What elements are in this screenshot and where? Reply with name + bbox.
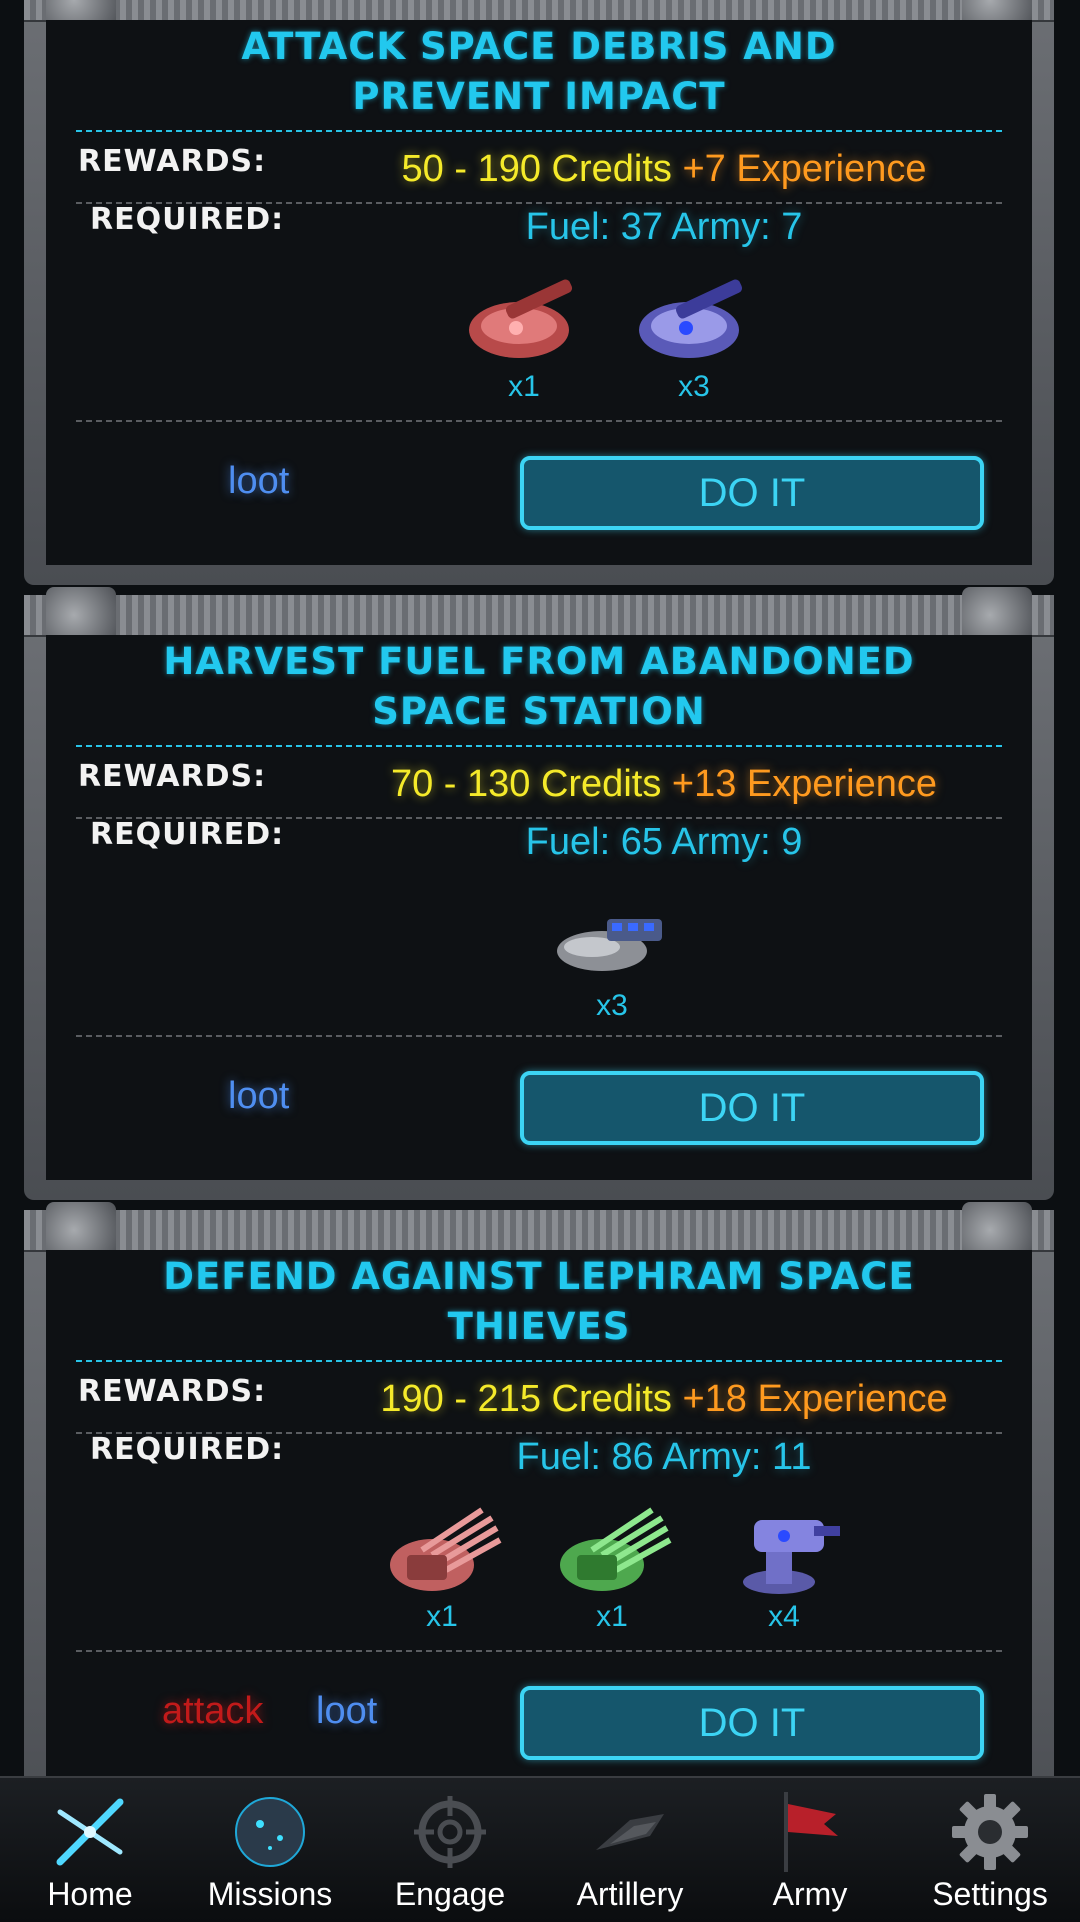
nav-label: Home <box>47 1876 133 1912</box>
required-unit: x1 <box>542 1500 682 1640</box>
army-flag-icon <box>784 1792 838 1872</box>
divider <box>76 1650 1002 1652</box>
required-unit: x3 <box>624 270 764 410</box>
nav-label: Artillery <box>576 1876 684 1912</box>
red-claw-ship-icon <box>390 1507 502 1591</box>
experience-reward: +7 Experience <box>682 148 927 190</box>
rewards-label: REWARDS: <box>78 1374 267 1409</box>
rewards-value: 70 - 130 Credits +13 Experience <box>296 763 1032 806</box>
required-unit: x1 <box>454 270 594 410</box>
nav-item-home[interactable]: Home <box>0 1778 180 1922</box>
rewards-label: REWARDS: <box>78 759 267 794</box>
do-it-button[interactable]: DO IT <box>520 1071 984 1145</box>
loot-tag: loot <box>316 1690 378 1732</box>
unit-quantity: x1 <box>596 1600 628 1633</box>
gray-cruiser-ship-icon <box>557 919 662 971</box>
unit-quantity: x4 <box>768 1600 800 1633</box>
required-label: REQUIRED: <box>90 817 285 852</box>
nav-label: Engage <box>394 1876 506 1912</box>
engage-crosshair-icon <box>414 1796 486 1868</box>
mission-title: DEFEND AGAINST LEPHRAM SPACE THIEVES <box>163 1255 915 1348</box>
do-it-button[interactable]: DO IT <box>520 1686 984 1760</box>
divider <box>76 1360 1002 1362</box>
settings-gear-icon <box>952 1794 1028 1870</box>
experience-reward: +18 Experience <box>682 1378 948 1420</box>
mission-card: ATTACK SPACE DEBRIS AND PREVENT IMPACT R… <box>24 0 1054 585</box>
card-frame <box>24 595 1054 637</box>
mission-title: HARVEST FUEL FROM ABANDONED SPACE STATIO… <box>163 640 915 733</box>
nav-label: Settings <box>932 1876 1048 1912</box>
mission-panel: HARVEST FUEL FROM ABANDONED SPACE STATIO… <box>46 635 1032 1180</box>
requirements-value: Fuel: 65 Army: 9 <box>525 821 803 863</box>
attack-tag: attack <box>162 1690 264 1732</box>
mission-title: ATTACK SPACE DEBRIS AND PREVENT IMPACT <box>241 25 837 118</box>
rewards-label: REWARDS: <box>78 144 267 179</box>
requirements-value: Fuel: 37 Army: 7 <box>525 206 803 248</box>
missions-planet-icon <box>235 1797 305 1867</box>
mission-card: HARVEST FUEL FROM ABANDONED SPACE STATIO… <box>24 587 1054 1200</box>
nav-item-engage[interactable]: Engage <box>360 1778 540 1922</box>
nav-label: Missions <box>207 1876 333 1912</box>
do-it-button[interactable]: DO IT <box>520 456 984 530</box>
required-unit: x3 <box>542 889 682 1029</box>
rewards-value: 50 - 190 Credits +7 Experience <box>296 148 1032 191</box>
divider <box>76 420 1002 422</box>
unit-quantity: x1 <box>426 1600 458 1633</box>
credits-reward: 70 - 130 Credits <box>390 763 662 805</box>
blue-turret-icon <box>743 1520 840 1594</box>
mission-panel: DEFEND AGAINST LEPHRAM SPACE THIEVES REW… <box>46 1250 1032 1830</box>
requirements-value: Fuel: 86 Army: 11 <box>516 1436 812 1478</box>
experience-reward: +13 Experience <box>671 763 938 805</box>
nav-item-missions[interactable]: Missions <box>180 1778 360 1922</box>
nav-item-army[interactable]: Army <box>720 1778 900 1922</box>
divider <box>76 745 1002 747</box>
divider <box>76 1035 1002 1037</box>
unit-quantity: x1 <box>508 370 540 403</box>
bottom-nav: Home Missions Engage Artillery Army Sett… <box>0 1776 1080 1922</box>
required-unit: x1 <box>372 1500 512 1640</box>
divider <box>76 130 1002 132</box>
loot-tag: loot <box>228 1075 290 1117</box>
card-frame <box>24 1210 1054 1252</box>
required-label: REQUIRED: <box>90 1432 285 1467</box>
unit-quantity: x3 <box>596 989 628 1022</box>
nav-item-settings[interactable]: Settings <box>900 1778 1080 1922</box>
credits-reward: 190 - 215 Credits <box>380 1378 672 1420</box>
green-claw-ship-icon <box>560 1507 672 1591</box>
rewards-value: 190 - 215 Credits +18 Experience <box>296 1378 1032 1421</box>
required-label: REQUIRED: <box>90 202 285 237</box>
card-frame <box>24 0 1054 22</box>
unit-quantity: x3 <box>678 370 710 403</box>
credits-reward: 50 - 190 Credits <box>401 148 672 190</box>
home-x-icon <box>56 1798 124 1866</box>
loot-tag: loot <box>228 460 290 502</box>
mission-panel: ATTACK SPACE DEBRIS AND PREVENT IMPACT R… <box>46 20 1032 565</box>
nav-label: Army <box>772 1876 848 1912</box>
artillery-ship-icon <box>596 1814 664 1850</box>
blue-fighter-ship-icon <box>639 279 743 358</box>
red-fighter-ship-icon <box>469 279 573 358</box>
nav-item-artillery[interactable]: Artillery <box>540 1778 720 1922</box>
required-unit: x4 <box>714 1500 854 1640</box>
mission-card: DEFEND AGAINST LEPHRAM SPACE THIEVES REW… <box>24 1202 1054 1850</box>
